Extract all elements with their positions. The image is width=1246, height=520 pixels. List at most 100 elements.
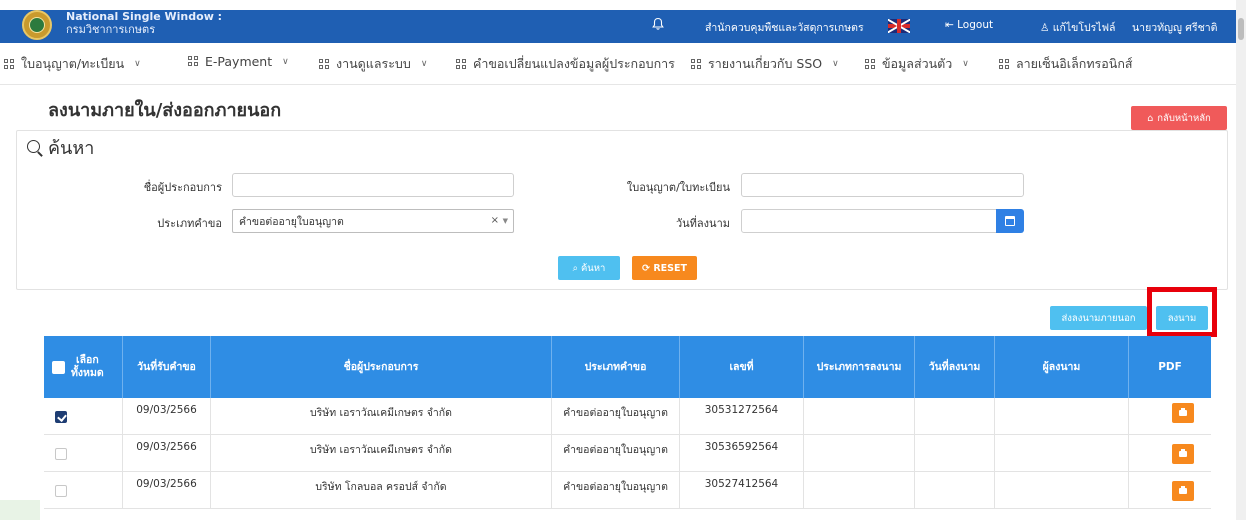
cell-sign-date — [915, 472, 995, 509]
chevron-down-icon: ∨ — [282, 56, 289, 67]
col-signer[interactable]: ผู้ลงนาม — [995, 336, 1129, 398]
license-input[interactable] — [741, 173, 1024, 197]
home-icon: ⌂ — [1147, 112, 1154, 124]
search-panel — [16, 130, 1228, 290]
table-row: 09/03/2566 บริษัท เอราวัณเคมีเกษตร จำกัด… — [44, 435, 1211, 472]
department-logo-icon — [22, 10, 52, 40]
cell-select — [44, 398, 123, 435]
nav-item-label: ข้อมูลส่วนตัว — [882, 56, 953, 71]
request-type-value: คำขอต่ออายุใบอนุญาต — [239, 215, 344, 228]
back-home-label: กลับหน้าหลัก — [1157, 112, 1211, 124]
nav-item-change-operator-data[interactable]: คำขอเปลี่ยนแปลงข้อมูลผู้ประกอบการ — [456, 54, 675, 74]
operator-name-input[interactable] — [232, 173, 514, 197]
send-external-sign-button[interactable]: ส่งลงนามภายนอก — [1050, 306, 1147, 330]
cell-date: 09/03/2566 — [123, 435, 211, 472]
print-icon — [1179, 486, 1187, 494]
search-button-label: ค้นหา — [580, 262, 606, 274]
col-sign-date[interactable]: วันที่ลงนาม — [915, 336, 995, 398]
nav-item-epayment[interactable]: E-Payment ∨ — [188, 54, 289, 69]
print-icon — [1179, 408, 1187, 416]
table-row: 09/03/2566 บริษัท โกลบอล ครอปส์ จำกัด คำ… — [44, 472, 1211, 509]
reset-button-label: RESET — [653, 262, 687, 274]
logout-link[interactable]: ⇤ Logout — [945, 19, 993, 31]
brand-line-2: กรมวิชาการเกษตร — [66, 23, 156, 36]
nav-item-sso-report[interactable]: รายงานเกี่ยวกับ SSO ∨ — [691, 54, 839, 74]
cell-date: 09/03/2566 — [123, 398, 211, 435]
current-user[interactable]: นายวทัญญู ศรีชาติ — [1132, 19, 1217, 36]
user-icon: ♙ — [1040, 22, 1053, 34]
grid-icon — [4, 58, 15, 70]
sign-button[interactable]: ลงนาม — [1156, 306, 1208, 330]
calendar-button[interactable] — [996, 209, 1024, 233]
nav-item-label: E-Payment — [205, 54, 273, 69]
request-type-label: ประเภทคำขอ — [157, 217, 222, 230]
grid-icon — [999, 58, 1010, 70]
edit-profile-link[interactable]: ♙ แก้ไขโปรไฟล์ — [1040, 19, 1115, 36]
cell-date: 09/03/2566 — [123, 472, 211, 509]
brand-title: National Single Window : กรมวิชาการเกษตร — [66, 10, 222, 36]
cell-sign-type — [804, 435, 915, 472]
cell-number: 30531272564 — [680, 398, 804, 435]
sign-date-input[interactable] — [741, 209, 997, 233]
vertical-scrollbar[interactable] — [1236, 0, 1246, 520]
request-type-select[interactable]: คำขอต่ออายุใบอนุญาต × ▼ — [232, 209, 514, 233]
search-heading: ค้นหา — [26, 133, 94, 162]
search-button[interactable]: ⌕ ค้นหา — [558, 256, 620, 280]
grid-icon — [319, 58, 330, 70]
bell-icon[interactable] — [651, 17, 665, 31]
col-operator-name[interactable]: ชื่อผู้ประกอบการ — [211, 336, 552, 398]
col-sign-type[interactable]: ประเภทการลงนาม — [804, 336, 915, 398]
select-all-checkbox[interactable] — [52, 360, 65, 374]
cell-sign-type — [804, 472, 915, 509]
cell-sign-date — [915, 398, 995, 435]
office-name[interactable]: สำนักควบคุมพืชและวัสดุการเกษตร — [705, 19, 864, 36]
cell-sign-type — [804, 398, 915, 435]
pdf-print-button[interactable] — [1172, 481, 1194, 501]
reset-button[interactable]: ⟳ RESET — [632, 256, 697, 280]
cell-type: คำขอต่ออายุใบอนุญาต — [552, 398, 680, 435]
page-title: ลงนามภายใน/ส่งออกภายนอก — [48, 100, 282, 121]
print-icon — [1179, 449, 1187, 457]
english-flag-icon[interactable] — [888, 19, 910, 33]
grid-icon — [456, 58, 467, 70]
cell-number: 30527412564 — [680, 472, 804, 509]
col-number[interactable]: เลขที่ — [680, 336, 804, 398]
select-all-header[interactable]: เลือก ทั้งหมด — [44, 336, 123, 398]
refresh-icon: ⟳ — [642, 262, 654, 274]
search-heading-label: ค้นหา — [48, 138, 95, 159]
nav-item-admin[interactable]: งานดูแลระบบ ∨ — [319, 54, 427, 74]
caret-down-icon[interactable]: ▼ — [503, 217, 508, 225]
chevron-down-icon: ∨ — [832, 59, 839, 69]
grid-icon — [865, 58, 876, 70]
nav-item-e-signature[interactable]: ลายเซ็นอิเล็กทรอนิกส์ — [999, 54, 1133, 74]
side-strip — [0, 500, 40, 520]
logout-icon: ⇤ — [945, 19, 958, 31]
search-icon — [26, 139, 44, 157]
operator-name-label: ชื่อผู้ประกอบการ — [143, 181, 222, 194]
pdf-print-button[interactable] — [1172, 444, 1194, 464]
nav-item-label: ใบอนุญาต/ทะเบียน — [21, 56, 125, 71]
nav-item-label: คำขอเปลี่ยนแปลงข้อมูลผู้ประกอบการ — [473, 56, 675, 71]
license-label: ใบอนุญาต/ใบทะเบียน — [626, 181, 730, 194]
table-row: 09/03/2566 บริษัท เอราวัณเคมีเกษตร จำกัด… — [44, 398, 1211, 435]
cell-select — [44, 472, 123, 509]
cell-signer — [995, 435, 1129, 472]
grid-icon — [691, 58, 702, 70]
cell-type: คำขอต่ออายุใบอนุญาต — [552, 472, 680, 509]
nav-item-label: รายงานเกี่ยวกับ SSO — [708, 56, 823, 71]
clear-icon[interactable]: × — [491, 215, 499, 226]
nav-item-license[interactable]: ใบอนุญาต/ทะเบียน ∨ — [4, 54, 141, 74]
cell-operator: บริษัท เอราวัณเคมีเกษตร จำกัด — [211, 398, 552, 435]
nav-item-personal-info[interactable]: ข้อมูลส่วนตัว ∨ — [865, 54, 969, 74]
logout-label: Logout — [957, 19, 994, 31]
cell-type: คำขอต่ออายุใบอนุญาต — [552, 435, 680, 472]
cell-operator: บริษัท เอราวัณเคมีเกษตร จำกัด — [211, 435, 552, 472]
pdf-print-button[interactable] — [1172, 403, 1194, 423]
col-received-date[interactable]: วันที่รับคำขอ — [123, 336, 211, 398]
cell-signer — [995, 472, 1129, 509]
back-home-button[interactable]: ⌂ กลับหน้าหลัก — [1131, 106, 1227, 130]
col-pdf: PDF — [1158, 360, 1182, 373]
nav-item-label: งานดูแลระบบ — [336, 56, 411, 71]
col-request-type[interactable]: ประเภทคำขอ — [552, 336, 680, 398]
top-header-bar: National Single Window : กรมวิชาการเกษตร… — [0, 10, 1236, 43]
